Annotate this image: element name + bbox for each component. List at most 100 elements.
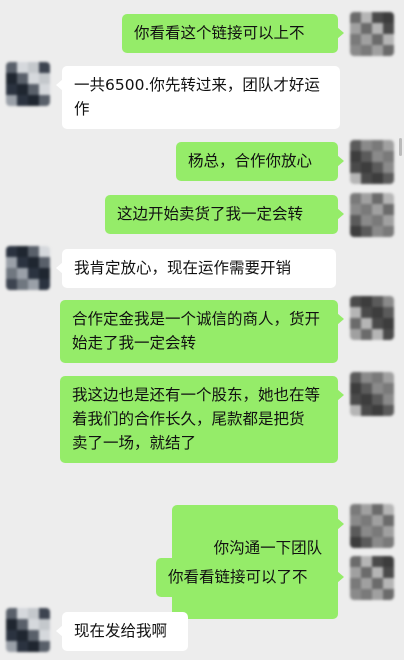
- message-bubble-received[interactable]: 我肯定放心，现在运作需要开销: [56, 249, 336, 288]
- chat-message-list[interactable]: 你看看这个链接可以上不 一共6500.你先转过来，团队才好运作 杨总，合作你放心…: [0, 0, 404, 660]
- avatar[interactable]: [6, 608, 50, 652]
- avatar-pixel: [350, 504, 361, 515]
- avatar-pixel: [17, 246, 28, 257]
- avatar-pixel: [372, 383, 383, 394]
- avatar[interactable]: [350, 140, 394, 184]
- avatar-pixel: [350, 12, 361, 23]
- avatar-pixel: [39, 630, 50, 641]
- avatar-pixel: [39, 608, 50, 619]
- avatar-pixel: [28, 95, 39, 106]
- avatar-pixel: [17, 279, 28, 290]
- avatar-pixel: [372, 45, 383, 56]
- message-bubble-sent[interactable]: 你看看这个链接可以上不: [122, 14, 344, 53]
- avatar-pixel: [39, 268, 50, 279]
- avatar-pixel: [6, 641, 17, 652]
- avatar[interactable]: [350, 372, 394, 416]
- avatar-pixel: [350, 537, 361, 548]
- avatar-pixel: [17, 73, 28, 84]
- avatar-pixel: [6, 257, 17, 268]
- avatar-pixel: [361, 515, 372, 526]
- avatar-pixel: [350, 556, 361, 567]
- message-bubble-sent[interactable]: 我这边也是还有一个股东，她也在等着我们的合作长久，尾款都是把货 卖了一场，就结了: [60, 376, 344, 463]
- avatar-pixel: [350, 162, 361, 173]
- avatar-pixel: [6, 279, 17, 290]
- avatar-pixel: [6, 268, 17, 279]
- avatar-pixel: [372, 215, 383, 226]
- avatar-pixel: [372, 226, 383, 237]
- avatar-pixel: [361, 215, 372, 226]
- avatar-pixel: [17, 608, 28, 619]
- avatar-pixel: [372, 567, 383, 578]
- message-row: 一共6500.你先转过来，团队才好运作: [0, 60, 404, 130]
- avatar[interactable]: [350, 504, 394, 548]
- avatar-pixel: [361, 405, 372, 416]
- avatar-pixel: [350, 394, 361, 405]
- avatar-pixel: [6, 608, 17, 619]
- avatar-pixel: [350, 226, 361, 237]
- avatar-pixel: [350, 151, 361, 162]
- avatar-pixel: [372, 296, 383, 307]
- avatar-pixel: [6, 84, 17, 95]
- avatar-pixel: [350, 34, 361, 45]
- avatar-pixel: [383, 151, 394, 162]
- avatar-pixel: [372, 34, 383, 45]
- avatar-pixel: [350, 193, 361, 204]
- message-bubble-received[interactable]: 现在发给我啊: [56, 612, 188, 651]
- avatar-pixel: [28, 608, 39, 619]
- message-bubble-sent[interactable]: 杨总，合作你放心: [176, 142, 344, 181]
- avatar[interactable]: [350, 12, 394, 56]
- message-bubble-sent[interactable]: 你看看链接可以了不: [156, 558, 344, 597]
- avatar-pixel: [350, 405, 361, 416]
- avatar-pixel: [383, 226, 394, 237]
- avatar-pixel: [350, 329, 361, 340]
- message-bubble-sent[interactable]: 合作定金我是一个诚信的商人，货开始走了我一定会转: [60, 300, 344, 363]
- avatar-pixel: [361, 589, 372, 600]
- avatar-pixel: [350, 589, 361, 600]
- avatar[interactable]: [6, 62, 50, 106]
- avatar-pixel: [350, 383, 361, 394]
- avatar-pixel: [372, 372, 383, 383]
- message-bubble-sent[interactable]: 这边开始卖货了我一定会转: [105, 195, 344, 234]
- avatar-pixel: [350, 173, 361, 184]
- avatar[interactable]: [350, 556, 394, 600]
- avatar-pixel: [17, 268, 28, 279]
- avatar-pixel: [17, 95, 28, 106]
- avatar-pixel: [383, 394, 394, 405]
- avatar-pixel: [28, 84, 39, 95]
- avatar[interactable]: [350, 193, 394, 237]
- avatar-pixel: [383, 515, 394, 526]
- avatar-pixel: [372, 140, 383, 151]
- avatar-pixel: [383, 296, 394, 307]
- avatar-pixel: [383, 12, 394, 23]
- scrollbar[interactable]: [399, 138, 402, 156]
- avatar-pixel: [28, 279, 39, 290]
- avatar-pixel: [350, 23, 361, 34]
- avatar-pixel: [361, 226, 372, 237]
- avatar-pixel: [28, 630, 39, 641]
- message-row: 这边开始卖货了我一定会转: [0, 193, 404, 239]
- avatar[interactable]: [6, 246, 50, 290]
- avatar-pixel: [372, 556, 383, 567]
- avatar-pixel: [28, 73, 39, 84]
- avatar-pixel: [383, 193, 394, 204]
- message-bubble-received[interactable]: 一共6500.你先转过来，团队才好运作: [56, 66, 340, 129]
- avatar-pixel: [39, 257, 50, 268]
- avatar-pixel: [372, 173, 383, 184]
- message-row: 你看看这个链接可以上不: [0, 12, 404, 56]
- message-row: 你看看链接可以了不: [0, 556, 404, 602]
- avatar-pixel: [361, 556, 372, 567]
- avatar-pixel: [350, 526, 361, 537]
- avatar-pixel: [350, 578, 361, 589]
- avatar-pixel: [350, 45, 361, 56]
- avatar-pixel: [383, 504, 394, 515]
- avatar-pixel: [28, 257, 39, 268]
- avatar-pixel: [372, 318, 383, 329]
- message-row: 杨总，合作你放心: [0, 140, 404, 184]
- avatar-pixel: [39, 62, 50, 73]
- message-text: 你沟通一下团队: [213, 539, 323, 557]
- message-row: 我肯定放心，现在运作需要开销: [0, 244, 404, 290]
- avatar-pixel: [361, 23, 372, 34]
- avatar-pixel: [17, 630, 28, 641]
- avatar[interactable]: [350, 296, 394, 340]
- avatar-pixel: [372, 162, 383, 173]
